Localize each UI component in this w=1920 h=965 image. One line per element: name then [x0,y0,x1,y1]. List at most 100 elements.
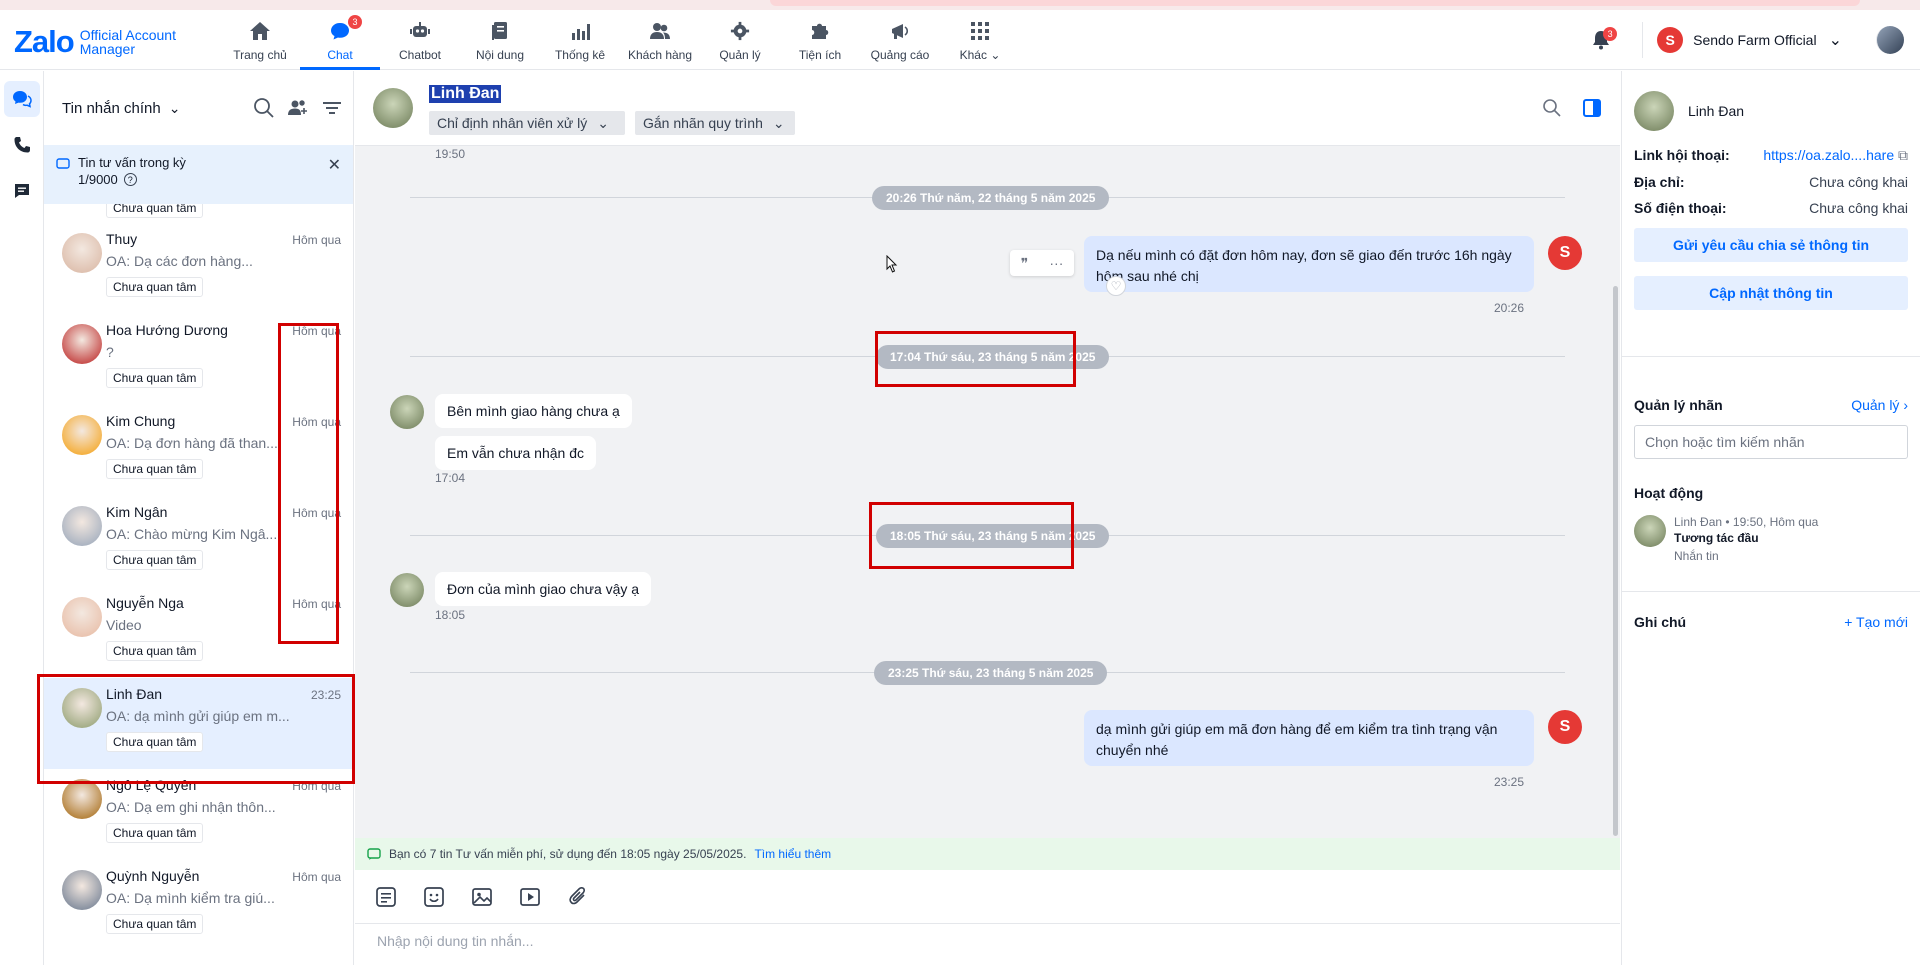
left-rail [0,71,44,965]
outgoing-message[interactable]: dạ mình gửi giúp em mã đơn hàng để em ki… [1084,710,1534,766]
incoming-message[interactable]: Đơn của mình giao chưa vậy ạ [435,572,652,606]
contact-name[interactable]: Linh Đan [429,85,502,103]
request-share-info-button[interactable]: Gửi yêu cầu chia sẻ thông tin [1634,228,1908,262]
message-input[interactable]: Nhập nội dung tin nhắn... [377,933,533,949]
chevron-right-icon: › [1903,397,1908,413]
template-icon[interactable] [375,886,397,908]
conversation-avatar [62,324,102,364]
activity-subtitle: Nhắn tin [1674,549,1719,563]
field-label: Link hội thoại: [1634,147,1730,163]
conversation-item[interactable]: Quỳnh Nguyễn Hôm qua OA: Dạ mình kiểm tra … [44,860,353,951]
conversation-preview: OA: Dạ đơn hàng đã than... [106,435,278,451]
free-message-info-bar: Bạn có 7 tin Tư vấn miễn phí, sử dụng đế… [355,838,1620,870]
conversation-preview: ? [106,344,114,360]
nav-ads[interactable]: Quảng cáo [860,10,940,70]
notes-section-header: Ghi chú + Tạo mới [1634,614,1908,630]
quote-icon[interactable]: ❞ [1021,255,1029,272]
conversation-time: Hôm qua [292,870,341,884]
zalo-logo[interactable]: Zalo Official Account Manager [14,24,176,60]
user-avatar[interactable] [1876,26,1904,54]
conversation-time: Hôm qua [292,233,341,247]
message-time: 19:50 [435,147,466,161]
create-note-button[interactable]: + Tạo mới [1844,614,1908,630]
nav-content[interactable]: Nội dung [460,10,540,70]
incoming-message[interactable]: Bên mình giao hàng chưa ạ [435,394,632,428]
shop-avatar: S [1657,27,1684,53]
nav-label: Khác [959,48,987,62]
account-switcher[interactable]: S Sendo Farm Official ⌄ [1642,22,1842,58]
contact-avatar[interactable] [373,88,413,128]
scrollbar[interactable] [1613,286,1618,836]
nav-chat[interactable]: 3 Chat [300,10,380,70]
contact-avatar-small [390,573,424,607]
nav-label: Trang chủ [233,48,287,62]
consult-quota-notice: Tin tư vấn trong kỳ 1/9000 ? ✕ [44,145,353,204]
rail-calls-button[interactable] [4,127,40,163]
status-chip: Chưa quan tâm [106,277,204,297]
sticker-icon[interactable] [423,886,445,908]
search-icon[interactable] [253,97,275,119]
tags-section-header: Quản lý nhãn Quản lý › [1634,397,1908,413]
more-icon[interactable]: ··· [1049,255,1063,271]
update-info-button[interactable]: Cập nhật thông tin [1634,276,1908,310]
nav-label: Khách hàng [627,48,693,62]
contact-info-panel: Linh Đan Link hội thoại: https://oa.zalo… [1621,71,1920,965]
status-chip: Chưa quan tâm [106,368,204,388]
nav-customers[interactable]: Khách hàng [620,10,700,70]
rail-comments-button[interactable] [4,173,40,209]
close-icon[interactable]: ✕ [328,155,341,175]
logo-subtitle: Official Account Manager [80,28,176,56]
attachment-icon[interactable] [567,886,589,908]
heart-icon[interactable]: ♡ [1106,276,1126,296]
nav-chatbot[interactable]: Chatbot [380,10,460,70]
side-panel-toggle-icon[interactable] [1582,98,1602,118]
chat-header: Linh Đan Chỉ định nhân viên xử lý ⌄ Gắn n… [355,71,1620,146]
notification-button[interactable]: 3 [1586,25,1618,55]
assign-staff-dropdown[interactable]: Chỉ định nhân viên xử lý ⌄ [429,111,625,135]
inbox-filter-dropdown[interactable]: Tin nhắn chính ⌄ [62,100,180,117]
nav-utilities[interactable]: Tiện ích [780,10,860,70]
conversation-avatar [62,779,102,819]
conversation-link[interactable]: https://oa.zalo....hare ⧉ [1763,147,1908,164]
chevron-down-icon: ⌄ [772,114,785,131]
tag-search-input[interactable]: Chọn hoặc tìm kiếm nhãn [1634,425,1908,459]
nav-home[interactable]: Trang chủ [220,10,300,70]
oa-avatar: S [1548,710,1582,744]
comment-icon [15,184,29,198]
nav-manage[interactable]: Quản lý [700,10,780,70]
highlight-box [278,323,339,644]
search-icon[interactable] [1542,98,1562,118]
message-area[interactable]: 19:50 20:26 Thứ năm, 22 tháng 5 năm 2025… [355,146,1620,838]
copy-icon[interactable]: ⧉ [1898,147,1908,163]
nav-label: Quản lý [719,48,761,62]
conversation-list: Tin nhắn chính ⌄ Tin tư vấn trong kỳ 1/9… [44,71,354,965]
process-tag-dropdown[interactable]: Gắn nhãn quy trình ⌄ [635,111,795,135]
tag-label: Gắn nhãn quy trình [643,115,763,131]
status-chip: Chưa quan tâm [106,823,204,843]
conversation-link-row: Link hội thoại: https://oa.zalo....hare … [1634,147,1908,164]
nav-more[interactable]: Khác ⌄ [940,10,1020,70]
help-icon[interactable]: ? [123,173,137,186]
filter-icon[interactable] [321,97,343,119]
conversation-item[interactable]: Thuy Hôm qua OA: Dạ các đơn hàng... Chưa qu… [44,223,353,314]
chevron-down-icon: ⌄ [597,114,609,131]
chevron-down-icon: ⌄ [990,48,1001,62]
rail-messages-button[interactable] [4,81,40,117]
nav-stats[interactable]: Thống kê [540,10,620,70]
notice-text: Tin tư vấn trong kỳ 1/9000 ? [78,155,186,187]
panel-contact-name: Linh Đan [1688,103,1745,119]
manage-tags-link[interactable]: Quản lý › [1851,397,1908,413]
nav-label: Thống kê [554,48,606,62]
user-group-add-icon[interactable] [287,97,309,119]
conversation-preview: OA: Chào mừng Kim Ngâ... [106,526,278,542]
notice-title: Tin tư vấn trong kỳ [78,155,186,170]
field-label: Số điện thoại: [1634,200,1727,216]
video-icon[interactable] [519,886,541,908]
incoming-message[interactable]: Em vẫn chưa nhận đc [435,436,597,470]
activity-details: Linh Đan • 19:50, Hôm qua Tương tác đầu … [1674,515,1818,563]
learn-more-link[interactable]: Tìm hiểu thêm [754,847,831,861]
contact-avatar[interactable] [1634,91,1674,131]
outgoing-message[interactable]: Dạ nếu mình có đặt đơn hôm nay, đơn sẽ g… [1084,236,1534,292]
image-icon[interactable] [471,886,493,908]
